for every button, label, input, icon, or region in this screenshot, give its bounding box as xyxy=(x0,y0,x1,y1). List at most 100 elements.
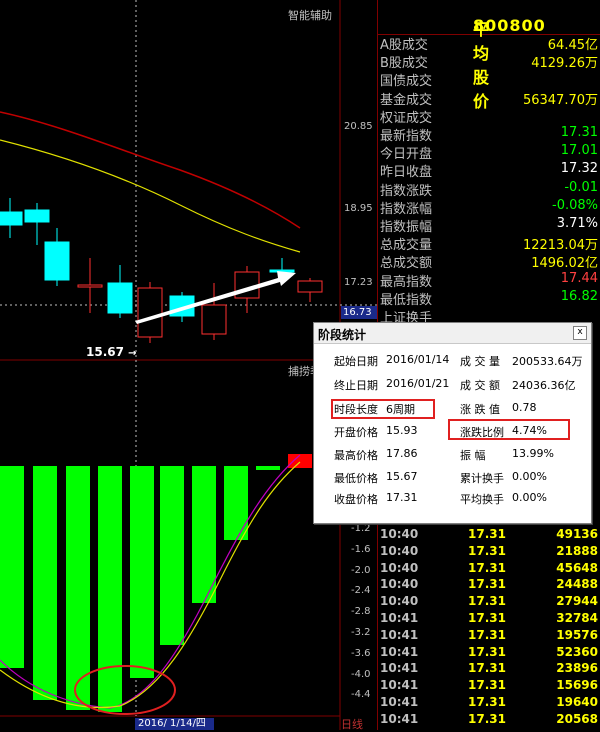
stat-value: 17.44 xyxy=(560,270,598,286)
smart-assist-label: 智能辅助 xyxy=(288,9,332,22)
candle-body xyxy=(0,211,23,226)
dialog-left-label: 最高价格 xyxy=(334,449,378,462)
dialog-left-label: 收盘价格 xyxy=(334,493,378,506)
stat-row: 指数涨幅 -0.08% xyxy=(380,197,600,217)
candle-body xyxy=(107,282,133,314)
close-icon[interactable]: x xyxy=(573,326,587,340)
stat-label: 指数涨跌 xyxy=(380,183,433,199)
dialog-right-label: 振 幅 xyxy=(460,449,486,462)
dialog-right-value: 0.00% xyxy=(512,470,547,483)
current-price-marker: 16.73 xyxy=(341,306,379,319)
indicator-axis-label: -3.6 xyxy=(351,647,371,659)
dialog-left-label: 起始日期 xyxy=(334,355,378,368)
histogram-bar xyxy=(256,466,280,470)
histogram-bar xyxy=(288,454,312,468)
dialog-left-value: 15.67 xyxy=(386,470,418,483)
dialog-right-label: 成 交 额 xyxy=(460,379,500,392)
stat-value: 17.32 xyxy=(560,161,598,177)
histogram-bar xyxy=(224,466,248,540)
tick-vol: 24488 xyxy=(556,577,598,592)
tick-price: 17.31 xyxy=(468,644,506,659)
dialog-left-value: 17.86 xyxy=(386,447,418,460)
tick-price: 17.31 xyxy=(468,577,506,592)
stat-value: 3.71% xyxy=(556,216,598,231)
stat-label: 总成交量 xyxy=(380,238,433,254)
stat-value: 12213.04万 xyxy=(522,238,598,254)
stat-row: 指数振幅 3.71% xyxy=(380,216,600,235)
stat-row: 国债成交 xyxy=(380,70,600,89)
stat-value: 1496.02亿 xyxy=(531,256,598,272)
stat-label: 总成交额 xyxy=(380,256,433,272)
dialog-left-value: 17.31 xyxy=(386,491,418,504)
candle-body xyxy=(24,209,50,223)
stat-label: 基金成交 xyxy=(380,92,433,108)
indicator-axis-label: -1.6 xyxy=(351,543,371,555)
stat-row: 最新指数 17.31 xyxy=(380,125,600,144)
stat-label: 指数振幅 xyxy=(380,220,433,235)
quote-title: 800800 平均股价 xyxy=(377,0,600,111)
stat-row: 最低指数 16.82 xyxy=(380,289,600,308)
dialog-left-label: 最低价格 xyxy=(334,472,378,485)
tick-row: 10:40 17.31 21888 xyxy=(380,544,600,560)
stat-label: 权证成交 xyxy=(380,110,433,126)
tick-time: 10:41 xyxy=(380,611,419,625)
period-length-highlight xyxy=(331,399,435,419)
stat-row: 权证成交 xyxy=(380,107,600,126)
stat-value: 17.01 xyxy=(560,143,598,159)
tick-row: 10:41 17.31 20568 xyxy=(380,712,600,728)
tick-time: 10:40 xyxy=(380,560,419,575)
dialog-right-label: 涨 跌 值 xyxy=(460,403,500,416)
stat-row: 今日开盘 17.01 xyxy=(380,143,600,162)
candle-body xyxy=(137,287,163,338)
dialog-right-value: 0.78 xyxy=(512,401,537,414)
tick-time: 10:40 xyxy=(380,594,419,609)
dialog-left-label: 开盘价格 xyxy=(334,426,378,439)
tick-row: 10:40 17.31 45648 xyxy=(380,561,600,577)
stat-label: A股成交 xyxy=(380,38,428,53)
histogram-bar xyxy=(33,466,57,700)
tick-price: 17.31 xyxy=(468,695,506,709)
stat-row: 基金成交 56347.70万 xyxy=(380,89,600,108)
stat-label: 指数涨幅 xyxy=(380,201,433,217)
price-axis-label: 20.85 xyxy=(344,121,373,132)
candle-body xyxy=(77,284,103,288)
ma-short-line xyxy=(0,139,301,253)
candle-body xyxy=(201,304,227,335)
indicator-axis-label: -4.0 xyxy=(351,668,371,680)
indicator-axis-label: -2.4 xyxy=(351,585,371,597)
cursor-date-label: 2016/ 1/14/四 xyxy=(135,718,214,730)
dialog-left-value: 15.93 xyxy=(386,424,418,437)
stat-value: -0.08% xyxy=(552,197,598,213)
stat-row: A股成交 64.45亿 xyxy=(380,34,600,53)
histogram-bar xyxy=(98,466,122,712)
tick-vol: 15696 xyxy=(556,678,598,693)
tick-price: 17.31 xyxy=(468,627,506,642)
tick-vol: 20568 xyxy=(556,711,598,726)
tick-vol: 32784 xyxy=(556,611,598,625)
tick-time: 10:41 xyxy=(380,627,419,642)
stat-value: 4129.26万 xyxy=(531,56,598,72)
tick-price: 17.31 xyxy=(468,661,506,676)
stat-label: B股成交 xyxy=(380,56,428,72)
tick-time: 10:40 xyxy=(380,577,419,592)
tick-vol: 27944 xyxy=(556,594,598,609)
tick-row: 10:40 17.31 24488 xyxy=(380,577,600,593)
dialog-title: 阶段统计 xyxy=(318,328,367,342)
stat-row: 总成交量 12213.04万 xyxy=(380,234,600,254)
histogram-bar xyxy=(160,466,184,645)
stat-label: 最低指数 xyxy=(380,292,433,308)
tick-row: 10:41 17.31 32784 xyxy=(380,611,600,627)
dialog-titlebar[interactable]: 阶段统计 x xyxy=(314,323,591,344)
tick-price: 17.31 xyxy=(468,711,506,726)
tick-time: 10:41 xyxy=(380,678,419,693)
stat-row: 总成交额 1496.02亿 xyxy=(380,252,600,272)
stat-label: 最新指数 xyxy=(380,129,433,144)
dialog-left-label: 终止日期 xyxy=(334,379,378,392)
tick-price: 17.31 xyxy=(468,560,506,575)
stat-value: 64.45亿 xyxy=(547,38,598,53)
tick-time: 10:41 xyxy=(380,695,419,709)
candle-body xyxy=(297,280,323,293)
tick-vol: 52360 xyxy=(556,644,598,659)
histogram-bar xyxy=(192,466,216,603)
period-stats-dialog[interactable]: 阶段统计 x 起始日期 2016/01/14 终止日期 2016/01/21 时段长度 6… xyxy=(313,322,592,524)
